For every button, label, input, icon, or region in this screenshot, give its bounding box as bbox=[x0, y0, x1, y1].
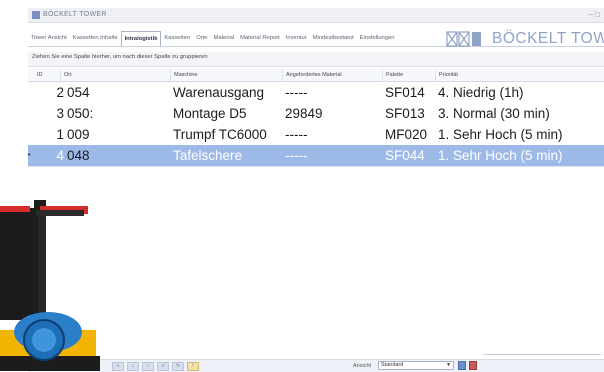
column-header-ort[interactable]: Ort bbox=[60, 69, 170, 81]
delete-view-button[interactable] bbox=[469, 361, 477, 370]
table-row[interactable]: 3 050: Montage D5 29849 SF013 3. Normal … bbox=[28, 103, 604, 125]
table-row[interactable]: 1 009 Trumpf TC6000 ----- MF020 1. Sehr … bbox=[28, 124, 604, 146]
cell-palette: SF013 bbox=[385, 106, 425, 121]
cell-id: 3 bbox=[56, 106, 64, 121]
cell-palette: SF044 bbox=[385, 148, 425, 163]
cell-palette: MF020 bbox=[385, 127, 428, 142]
table-row[interactable]: 2 054 Warenausgang ----- SF014 4. Niedri… bbox=[28, 82, 604, 104]
tab-einstellungen[interactable]: Einstellungen bbox=[357, 30, 398, 46]
tower-illustration bbox=[0, 200, 100, 371]
cell-palette: SF014 bbox=[385, 85, 425, 100]
cell-prioritaet: 1. Sehr Hoch (5 min) bbox=[438, 148, 563, 163]
tab-bar: Tower Ansicht Kassetten Inhalte Intralog… bbox=[28, 30, 448, 46]
tab-material-report[interactable]: Material Report bbox=[237, 30, 283, 46]
brand-logo: BÖCKELT TOWER bbox=[446, 26, 604, 52]
cell-maschine: Warenausgang bbox=[173, 85, 265, 100]
chevron-down-icon: ▼ bbox=[446, 362, 451, 368]
cylinder-face bbox=[32, 328, 56, 352]
navigator: « ‹ › » ✎ ! bbox=[112, 362, 199, 371]
window-controls[interactable]: – □ bbox=[588, 9, 600, 21]
next-record-button[interactable]: › bbox=[142, 362, 154, 371]
save-view-button[interactable] bbox=[458, 361, 466, 370]
column-header-material[interactable]: Angefordertes Material bbox=[282, 69, 382, 81]
ansicht-select[interactable]: Standard ▼ bbox=[378, 361, 454, 370]
first-record-button[interactable]: « bbox=[112, 362, 124, 371]
tab-material[interactable]: Material bbox=[210, 30, 237, 46]
cell-prioritaet: 4. Niedrig (1h) bbox=[438, 85, 524, 100]
ansicht-label: Ansicht bbox=[353, 363, 372, 369]
window-title: BÖCKELT TOWER bbox=[43, 11, 107, 18]
app-window: BÖCKELT TOWER – □ Tower Ansicht Kassette… bbox=[28, 8, 604, 372]
tower-logo-icon bbox=[446, 31, 481, 47]
column-header-palette[interactable]: Palette bbox=[382, 69, 435, 81]
column-header-maschine[interactable]: Maschine bbox=[170, 69, 282, 81]
frame-opening bbox=[46, 216, 84, 318]
red-rail-left bbox=[0, 206, 30, 212]
cell-id: 4 bbox=[56, 148, 64, 163]
column-header-prioritaet[interactable]: Priorität bbox=[435, 69, 604, 81]
tab-mindestbestand[interactable]: Mindestbestand bbox=[310, 30, 357, 46]
tab-inventur[interactable]: Inventur bbox=[283, 30, 310, 46]
tab-intralogistik[interactable]: Intralogistik bbox=[120, 30, 162, 46]
cell-material: 29849 bbox=[285, 106, 323, 121]
table-row-selected[interactable]: ▸ 4 048 Tafelschere ----- SF044 1. Sehr … bbox=[28, 145, 604, 167]
logo-text: BÖCKELT TOWER bbox=[492, 30, 604, 47]
prev-record-button[interactable]: ‹ bbox=[127, 362, 139, 371]
horizontal-scrollbar[interactable] bbox=[483, 354, 601, 355]
group-panel[interactable]: Ziehen Sie eine Spalte hierher, um nach … bbox=[28, 52, 604, 67]
cell-prioritaet: 3. Normal (30 min) bbox=[438, 106, 550, 121]
table-header: ID Ort Maschine Angefordertes Material P… bbox=[28, 69, 604, 82]
app-icon bbox=[32, 11, 40, 19]
table-body: 2 054 Warenausgang ----- SF014 4. Niedri… bbox=[28, 82, 604, 357]
group-panel-hint: Ziehen Sie eine Spalte hierher, um nach … bbox=[32, 54, 208, 60]
frame-top bbox=[36, 210, 84, 216]
column-header-id[interactable]: ID bbox=[34, 69, 60, 81]
cell-maschine: Trumpf TC6000 bbox=[173, 127, 267, 142]
cell-prioritaet: 1. Sehr Hoch (5 min) bbox=[438, 127, 563, 142]
cell-id: 2 bbox=[56, 85, 64, 100]
cell-ort: 054 bbox=[67, 85, 90, 100]
cell-maschine: Tafelschere bbox=[173, 148, 243, 163]
tab-kassetten-inhalte[interactable]: Kassetten Inhalte bbox=[70, 30, 121, 46]
tab-kassetten[interactable]: Kassetten bbox=[161, 30, 193, 46]
cell-ort: 048 bbox=[67, 148, 90, 163]
ansicht-select-value: Standard bbox=[381, 362, 404, 368]
cell-ort: 050: bbox=[67, 106, 94, 121]
cell-id: 1 bbox=[56, 127, 64, 142]
cell-material: ----- bbox=[285, 148, 308, 163]
title-bar: BÖCKELT TOWER – □ bbox=[28, 8, 604, 23]
cell-material: ----- bbox=[285, 85, 308, 100]
edit-record-button[interactable]: ✎ bbox=[172, 362, 184, 371]
last-record-button[interactable]: » bbox=[157, 362, 169, 371]
bottom-toolbar: « ‹ › » ✎ ! Ansicht Standard ▼ bbox=[28, 359, 604, 372]
tab-orte[interactable]: Orte bbox=[193, 30, 210, 46]
cell-ort: 009 bbox=[67, 127, 90, 142]
cell-material: ----- bbox=[285, 127, 308, 142]
cell-maschine: Montage D5 bbox=[173, 106, 247, 121]
tab-tower-ansicht[interactable]: Tower Ansicht bbox=[28, 30, 70, 46]
warning-button[interactable]: ! bbox=[187, 362, 199, 371]
frame-post-inner bbox=[38, 216, 46, 328]
